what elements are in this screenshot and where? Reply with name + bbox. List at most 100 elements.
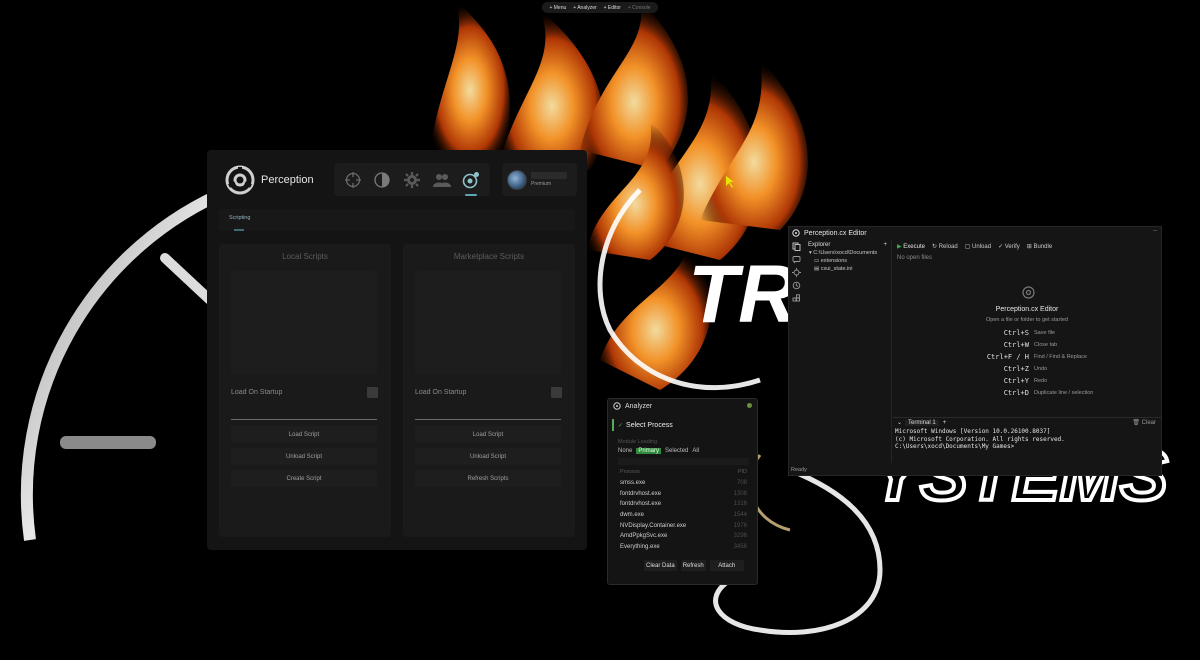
process-name: dwm.exe xyxy=(620,512,645,519)
refresh-button[interactable]: Refresh xyxy=(680,560,706,571)
process-pid: 1316 xyxy=(733,501,747,508)
explorer-title: Explorer xyxy=(808,242,831,248)
marketplace-scripts-panel: Marketplace Scripts Load On Startup Load… xyxy=(403,244,575,537)
attach-button[interactable]: Attach xyxy=(709,560,744,571)
load-on-startup-label: Load On Startup xyxy=(415,389,467,396)
perception-brand: Perception xyxy=(225,162,314,198)
process-search-input[interactable] xyxy=(618,458,749,465)
load-script-button[interactable]: Load Script xyxy=(415,426,561,443)
table-header: Process PID xyxy=(618,469,749,478)
analyzer-actions: Clear Data Refresh Attach xyxy=(644,560,744,571)
analyzer-button[interactable]: + Analyzer xyxy=(573,5,597,11)
execute-button[interactable]: ▶ Execute xyxy=(897,243,925,250)
perception-logo-icon xyxy=(613,402,621,410)
filter-selected[interactable]: Selected xyxy=(665,448,688,454)
activity-bar xyxy=(789,240,803,463)
module-loading-label: Module Loading xyxy=(618,439,658,445)
add-terminal-icon[interactable]: + xyxy=(943,420,947,426)
perception-logo-icon xyxy=(792,229,800,237)
files-icon[interactable] xyxy=(792,242,801,251)
panel-title: Marketplace Scripts xyxy=(453,252,525,261)
status-dot xyxy=(747,403,752,408)
load-on-startup-checkbox[interactable] xyxy=(367,387,378,398)
terminal-output[interactable]: Microsoft Windows [Version 10.0.26100.80… xyxy=(895,428,1065,451)
minimize-icon[interactable]: – xyxy=(1153,227,1157,234)
ring-arc xyxy=(20,184,233,541)
explorer-root-folder[interactable]: ▾ C:\Users\xocd\Documents xyxy=(804,250,891,258)
process-pid: 708 xyxy=(736,480,747,487)
reload-button[interactable]: ↻ Reload xyxy=(932,243,958,250)
history-icon[interactable] xyxy=(792,281,801,290)
menu-button[interactable]: + Menu xyxy=(549,5,566,11)
table-row[interactable]: fontdrvhost.exe 1316 xyxy=(618,499,749,510)
shortcut-row: Ctrl+Z Undo xyxy=(1003,365,1048,373)
chevron-down-icon[interactable]: ⌄ xyxy=(897,419,902,426)
shortcut-row: Ctrl+F / H Find / Find & Replace xyxy=(986,353,1087,361)
script-list[interactable] xyxy=(415,271,561,374)
script-list[interactable] xyxy=(231,271,377,374)
refresh-scripts-button[interactable]: Refresh Scripts xyxy=(415,470,561,487)
table-row[interactable]: smss.exe 708 xyxy=(618,478,749,489)
chat-icon[interactable] xyxy=(792,255,801,264)
analyzer-window: Analyzer ✓ Select Process Module Loading… xyxy=(607,398,758,585)
editor-titlebar[interactable]: Perception.cx Editor – xyxy=(789,227,1161,239)
verify-button[interactable]: ✓ Verify xyxy=(998,243,1020,250)
process-pid: 3456 xyxy=(733,543,747,550)
unload-button[interactable]: ▢ Unload xyxy=(965,243,991,250)
gear-icon[interactable] xyxy=(402,170,422,190)
explorer-header: Explorer + xyxy=(804,240,891,250)
console-button[interactable]: + Console xyxy=(628,5,651,11)
filter-primary[interactable]: Primary xyxy=(636,448,662,454)
analyzer-titlebar[interactable]: Analyzer xyxy=(608,399,757,413)
filter-all[interactable]: All xyxy=(692,448,699,454)
col-pid: PID xyxy=(737,469,747,475)
explorer-item-folder[interactable]: ▭ extensions xyxy=(804,258,891,266)
panel-title: Local Scripts xyxy=(282,252,328,261)
no-open-files-label: No open files xyxy=(897,255,933,261)
shortcut-row: Ctrl+D Duplicate line / selection xyxy=(1003,389,1094,397)
table-row[interactable]: dwm.exe 1544 xyxy=(618,510,749,521)
perception-window: Perception Premium Scripting Local Scrip… xyxy=(207,150,587,550)
shortcut-row: Ctrl+Y Redo xyxy=(1003,377,1048,385)
local-scripts-panel: Local Scripts Load On Startup Load Scrip… xyxy=(219,244,391,537)
load-script-button[interactable]: Load Script xyxy=(231,426,377,443)
main-nav xyxy=(334,163,490,196)
extensions-icon[interactable] xyxy=(792,294,801,303)
crosshair-icon[interactable] xyxy=(343,170,363,190)
user-profile[interactable]: Premium xyxy=(502,163,577,196)
welcome-title: Perception.cx Editor xyxy=(995,306,1059,313)
play-icon: ▶ xyxy=(897,243,902,250)
table-row[interactable]: AmdPpkgSvc.exe 3296 xyxy=(618,531,749,542)
users-icon[interactable] xyxy=(432,170,452,190)
terminal-tab[interactable]: Terminal 1 xyxy=(905,419,939,426)
avatar xyxy=(507,169,527,190)
unload-script-button[interactable]: Unload Script xyxy=(415,448,561,465)
unload-script-button[interactable]: Unload Script xyxy=(231,448,377,465)
clear-data-button[interactable]: Clear Data xyxy=(644,560,677,571)
col-process: Process xyxy=(620,469,640,475)
gear-icon[interactable] xyxy=(791,268,801,277)
process-pid: 1308 xyxy=(733,490,747,497)
tab-scripting[interactable]: Scripting xyxy=(229,215,250,221)
status-bar: Ready xyxy=(791,467,807,473)
select-process-header[interactable]: ✓ Select Process xyxy=(612,419,755,431)
new-file-icon[interactable]: + xyxy=(883,242,887,248)
filter-none[interactable]: None xyxy=(618,448,632,454)
table-row[interactable]: Everything.exe 3456 xyxy=(618,542,749,553)
process-name: NVDisplay.Container.exe xyxy=(620,522,687,529)
create-script-button[interactable]: Create Script xyxy=(231,470,377,487)
load-on-startup-checkbox[interactable] xyxy=(551,387,562,398)
table-row[interactable]: NVDisplay.Container.exe 1976 xyxy=(618,520,749,531)
explorer-item-file[interactable]: ▤ csui_state.ini xyxy=(804,266,891,274)
editor-button[interactable]: + Editor xyxy=(604,5,621,11)
terminal-clear-button[interactable]: 🗑 Clear xyxy=(1132,419,1156,426)
load-on-startup-label: Load On Startup xyxy=(231,389,283,396)
editor-main: ▶ Execute ↻ Reload ▢ Unload ✓ Verify ⊞ B… xyxy=(893,240,1161,463)
process-pid: 3296 xyxy=(733,533,747,540)
scripting-icon[interactable] xyxy=(461,170,481,196)
contrast-icon[interactable] xyxy=(372,170,392,190)
divider xyxy=(231,419,377,420)
process-name: fontdrvhost.exe xyxy=(620,501,662,508)
bundle-button[interactable]: ⊞ Bundle xyxy=(1027,243,1052,250)
table-row[interactable]: fontdrvhost.exe 1308 xyxy=(618,489,749,500)
